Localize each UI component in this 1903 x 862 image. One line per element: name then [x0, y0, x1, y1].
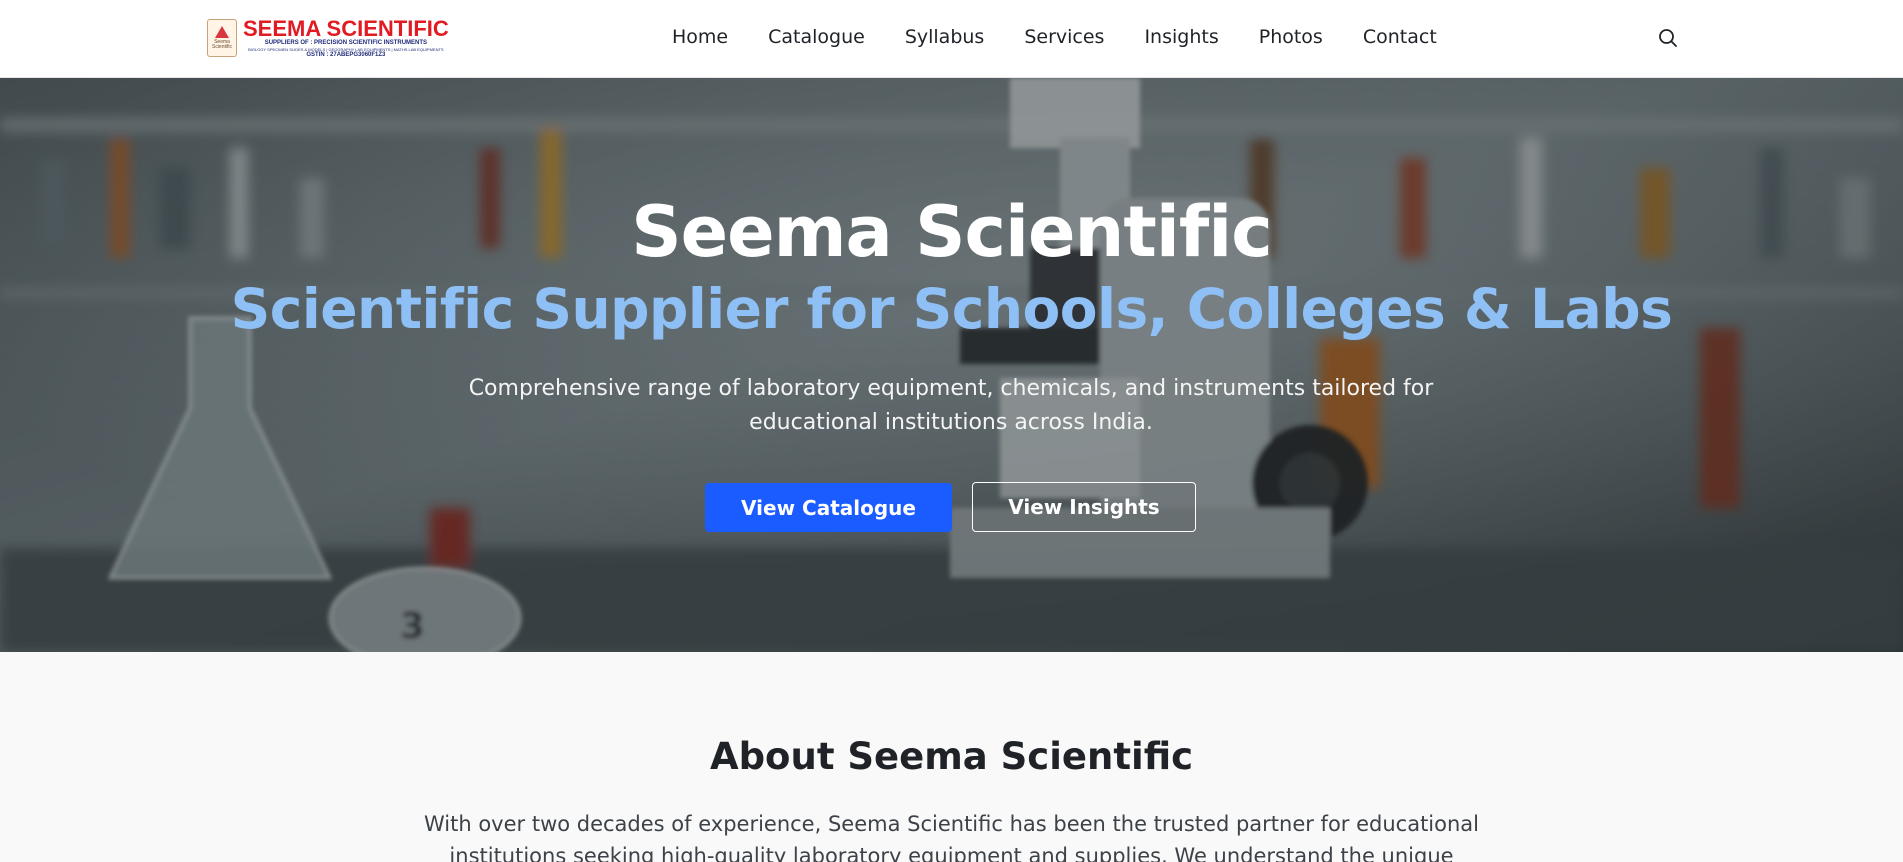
nav-link-insights[interactable]: Insights: [1144, 26, 1218, 48]
about-section: About Seema Scientific With over two dec…: [0, 652, 1903, 862]
logo-gstin: GSTIN : 27ABEPG3060F1Z3: [306, 52, 386, 58]
hero-description: Comprehensive range of laboratory equipm…: [468, 376, 1434, 435]
hero-title: Seema Scientific: [631, 191, 1273, 273]
site-logo[interactable]: Seema Scientific SEEMA SCIENTIFIC SUPPLI…: [207, 14, 453, 62]
search-button[interactable]: [1657, 27, 1679, 49]
view-catalogue-button[interactable]: View Catalogue: [705, 483, 952, 532]
about-title: About Seema Scientific: [709, 735, 1194, 778]
logo-title: SEEMA SCIENTIFIC: [243, 16, 449, 41]
nav-link-syllabus[interactable]: Syllabus: [905, 26, 985, 48]
logo-seal-icon: Seema Scientific: [207, 19, 237, 57]
hero-content: Seema Scientific Scientific Supplier for…: [0, 78, 1903, 652]
hero-subtitle: Scientific Supplier for Schools, College…: [230, 277, 1673, 341]
nav-link-home[interactable]: Home: [672, 26, 728, 48]
nav-link-services[interactable]: Services: [1024, 26, 1104, 48]
hero-section: 3 Seema Scientific Scientific Supplier f…: [0, 78, 1903, 652]
view-insights-button[interactable]: View Insights: [972, 482, 1196, 532]
about-text: With over two decades of experience, See…: [423, 812, 1480, 862]
site-header: Seema Scientific SEEMA SCIENTIFIC SUPPLI…: [0, 0, 1903, 78]
logo-wordmark: SEEMA SCIENTIFIC SUPPLIERS OF : PRECISIO…: [243, 17, 449, 59]
nav-link-catalogue[interactable]: Catalogue: [768, 26, 865, 48]
search-icon: [1659, 29, 1677, 47]
main-nav: Home Catalogue Syllabus Services Insight…: [672, 24, 1437, 50]
logo-tagline: SUPPLIERS OF : PRECISION SCIENTIFIC INST…: [264, 40, 428, 46]
nav-link-photos[interactable]: Photos: [1259, 26, 1323, 48]
nav-link-contact[interactable]: Contact: [1363, 26, 1437, 48]
